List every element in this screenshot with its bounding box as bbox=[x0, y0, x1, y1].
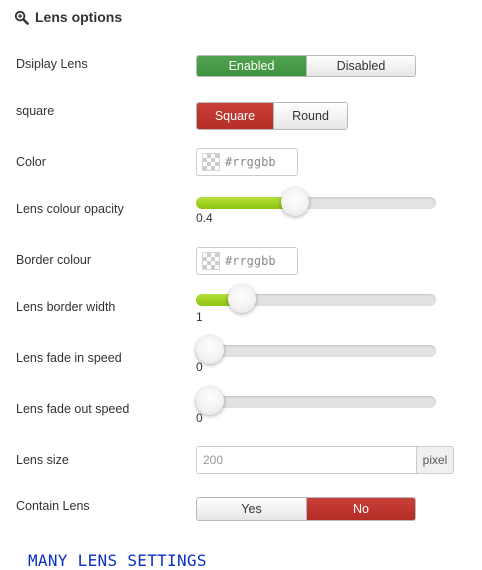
yes-option[interactable]: Yes bbox=[197, 498, 306, 520]
lens-size-label: Lens size bbox=[16, 453, 69, 467]
opacity-slider[interactable] bbox=[196, 188, 436, 216]
fade-in-value: 0 bbox=[196, 360, 203, 374]
square-option[interactable]: Square bbox=[197, 103, 273, 129]
lens-size-input[interactable] bbox=[196, 446, 416, 474]
lens-size-unit: pixel bbox=[416, 446, 454, 474]
border-width-slider-handle[interactable] bbox=[227, 285, 256, 313]
footer-caption: MANY LENS SETTINGS bbox=[28, 551, 207, 570]
opacity-value: 0.4 bbox=[196, 211, 213, 225]
contain-lens-label: Contain Lens bbox=[16, 499, 90, 513]
opacity-label: Lens colour opacity bbox=[16, 202, 124, 216]
border-width-label: Lens border width bbox=[16, 300, 116, 314]
border-colour-field[interactable] bbox=[196, 247, 298, 275]
display-lens-toggle: Enabled Disabled bbox=[196, 55, 416, 77]
transparent-swatch-icon[interactable] bbox=[202, 153, 220, 171]
border-colour-input[interactable] bbox=[225, 254, 293, 268]
disabled-option[interactable]: Disabled bbox=[306, 56, 415, 76]
opacity-slider-handle[interactable] bbox=[280, 188, 309, 216]
color-field[interactable] bbox=[196, 148, 298, 176]
enabled-option[interactable]: Enabled bbox=[197, 56, 306, 76]
no-option[interactable]: No bbox=[306, 498, 415, 520]
contain-lens-toggle: Yes No bbox=[196, 497, 416, 521]
section-header: Lens options bbox=[14, 9, 122, 25]
opacity-slider-fill bbox=[196, 197, 295, 209]
color-input[interactable] bbox=[225, 155, 293, 169]
fade-out-value: 0 bbox=[196, 411, 203, 425]
round-option[interactable]: Round bbox=[272, 103, 347, 129]
border-width-slider[interactable] bbox=[196, 285, 436, 313]
fade-in-slider[interactable] bbox=[196, 336, 436, 364]
border-colour-label: Border colour bbox=[16, 253, 92, 267]
section-title: Lens options bbox=[35, 9, 123, 25]
fade-in-label: Lens fade in speed bbox=[16, 351, 122, 365]
display-lens-label: Dsiplay Lens bbox=[16, 57, 88, 71]
fade-out-slider[interactable] bbox=[196, 387, 436, 415]
border-width-value: 1 bbox=[196, 310, 203, 324]
lens-size-group: pixel bbox=[196, 446, 454, 474]
shape-toggle: Square Round bbox=[196, 102, 348, 130]
color-label: Color bbox=[16, 155, 46, 169]
shape-label: square bbox=[16, 104, 55, 118]
transparent-swatch-icon[interactable] bbox=[202, 252, 220, 270]
zoom-in-icon bbox=[14, 10, 29, 25]
fade-out-label: Lens fade out speed bbox=[16, 402, 130, 416]
